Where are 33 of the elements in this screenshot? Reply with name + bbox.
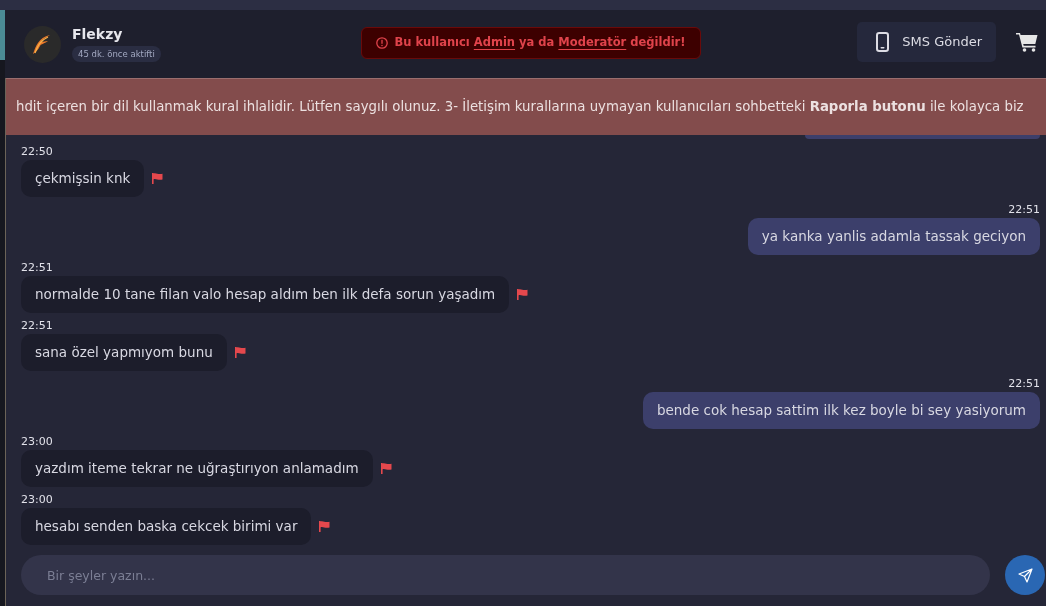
last-seen-badge: 45 dk. önce aktifti xyxy=(72,46,161,62)
message-time: 22:51 xyxy=(1008,204,1040,216)
cart-icon[interactable] xyxy=(1016,32,1038,52)
send-button[interactable] xyxy=(1005,555,1045,595)
send-icon xyxy=(1017,567,1033,583)
flag-icon[interactable] xyxy=(152,173,164,184)
message-input[interactable]: Bir şeyler yazın... xyxy=(21,555,990,595)
flag-icon[interactable] xyxy=(319,521,331,532)
rules-text: hdit içeren bir dil kullanmak kural ihlalidir. Lütfen saygılı olunuz. 3- İletişim kurallarına uymayan kullanıcıları sohbetteki Raporla butonu ile kolayca biz xyxy=(16,97,1024,117)
message-bubble: bende cok hesap sattim ilk kez boyle bi sey yasiyorum xyxy=(642,392,1040,429)
message-bubble: ya kanka yanlis adamla tassak geciyon xyxy=(747,218,1040,255)
message-time: 22:51 xyxy=(21,320,53,332)
phone-icon xyxy=(876,32,890,52)
role-link[interactable]: Admin xyxy=(473,34,516,49)
message-bubble: normalde 10 tane filan valo hesap aldım ben ilk defa sorun yaşadım xyxy=(21,276,510,313)
message-time: 23:00 xyxy=(21,494,53,506)
sms-button[interactable]: SMS Gönder xyxy=(857,22,996,62)
message-bubble: yazdım iteme tekrar ne uğraştırıyon anlamadım xyxy=(21,450,373,487)
flag-icon[interactable] xyxy=(517,289,529,300)
message-time: 22:51 xyxy=(1008,378,1040,390)
flag-icon[interactable] xyxy=(234,347,246,358)
message-time: 22:51 xyxy=(21,262,53,274)
message-bubble: hesabı senden baska cekcek birimi var xyxy=(21,508,312,545)
alert-icon xyxy=(376,36,389,49)
message-time: 22:50 xyxy=(21,146,53,158)
avatar xyxy=(24,25,61,63)
flag-icon[interactable] xyxy=(380,463,392,474)
message-time: 23:00 xyxy=(21,436,53,448)
message-bubble: sana özel yapmıyom bunu xyxy=(21,334,227,371)
role-link[interactable]: Moderatör xyxy=(558,34,627,49)
warning-text: Bu kullanıcı Admin ya da Moderatör değildir! xyxy=(394,33,686,51)
message-bubble: çekmişsin knk xyxy=(21,160,145,197)
contact-name: Flekzy xyxy=(72,26,123,43)
